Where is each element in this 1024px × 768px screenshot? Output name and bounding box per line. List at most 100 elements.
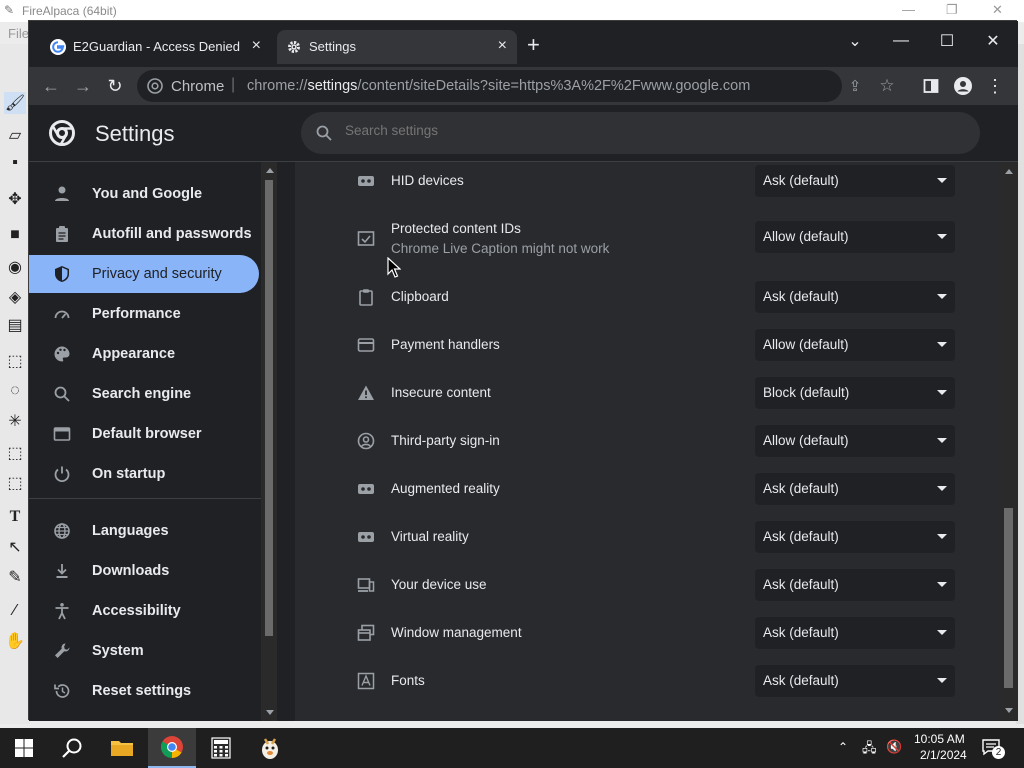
sidebar-item-downloads[interactable]: Downloads [29, 552, 259, 590]
background-app-title: FireAlpaca (64bit) [22, 4, 117, 18]
permission-label: Augmented reality [391, 481, 500, 496]
permission-select[interactable]: Ask (default) [755, 617, 955, 649]
start-button[interactable] [0, 728, 48, 768]
permission-row-device-use: Your device use Ask (default) [295, 565, 1002, 613]
lasso-tool-icon[interactable]: ◌ [4, 380, 26, 402]
gamepad-tool-icon[interactable]: ◉ [4, 256, 26, 278]
select-eraser-icon[interactable]: ⬚ [4, 472, 26, 494]
scroll-up-arrow-icon[interactable] [1005, 169, 1013, 174]
back-icon[interactable]: ← [39, 74, 63, 98]
tab-settings[interactable]: Settings × [277, 30, 517, 64]
taskbar-file-explorer[interactable] [98, 728, 146, 768]
address-bar[interactable]: Chrome | chrome://settings/content/siteD… [137, 70, 895, 102]
minimize-icon[interactable]: — [886, 27, 916, 55]
permission-select[interactable]: Allow (default) [755, 425, 955, 457]
main-scroll-thumb[interactable] [1004, 508, 1013, 688]
permission-value: Ask (default) [763, 481, 839, 496]
permission-select[interactable]: Ask (default) [755, 473, 955, 505]
sidebar-item-you-and-google[interactable]: You and Google [29, 175, 259, 213]
permission-select[interactable]: Ask (default) [755, 665, 955, 697]
settings-search[interactable] [301, 112, 980, 154]
permission-sublabel: Chrome Live Caption might not work [391, 241, 610, 256]
sidebar-scroll-thumb[interactable] [265, 180, 273, 636]
network-icon[interactable]: 🖧 [862, 739, 877, 761]
sidebar-item-system[interactable]: System [29, 632, 259, 670]
select-tool-icon[interactable]: ⬚ [4, 350, 26, 372]
more-menu-icon[interactable]: ⋮ [983, 74, 1007, 98]
sidebar-item-reset[interactable]: Reset settings [29, 672, 259, 710]
permission-value: Ask (default) [763, 289, 839, 304]
select-pen-icon[interactable]: ⬚ [4, 442, 26, 464]
card-icon [357, 338, 375, 352]
brush-tool-icon[interactable]: 🖌 [4, 92, 26, 114]
scroll-down-arrow-icon[interactable] [266, 710, 274, 715]
dropdown-caret-icon [937, 486, 947, 491]
magic-wand-icon[interactable]: ✳ [4, 410, 26, 432]
profile-icon[interactable] [951, 74, 975, 98]
hand-tool-icon[interactable]: ✋ [4, 630, 26, 652]
sidebar-scrollbar[interactable] [261, 162, 277, 721]
sidebar-item-autofill[interactable]: Autofill and passwords [29, 215, 259, 253]
sidebar-item-privacy[interactable]: Privacy and security [29, 255, 259, 293]
taskbar-calculator[interactable] [197, 728, 245, 768]
sidebar-item-performance[interactable]: Performance [29, 295, 259, 333]
forward-icon[interactable]: → [71, 74, 95, 98]
permission-select[interactable]: Block (default) [755, 377, 955, 409]
permission-select[interactable]: Ask (default) [755, 521, 955, 553]
permission-row-virtual-reality: Virtual reality Ask (default) [295, 517, 1002, 565]
bookmark-star-icon[interactable]: ☆ [875, 74, 899, 98]
maximize-icon[interactable]: ☐ [932, 27, 962, 55]
move-tool-icon[interactable]: ✥ [4, 188, 26, 210]
pen-tool-icon[interactable]: ✎ [4, 566, 26, 588]
tab-close-icon[interactable]: × [498, 37, 507, 55]
permission-label: Virtual reality [391, 529, 469, 544]
fill-tool-icon[interactable]: ◈ [4, 286, 26, 308]
main-scrollbar[interactable] [1000, 162, 1018, 721]
permission-select[interactable]: Ask (default) [755, 165, 955, 197]
rectangle-tool-icon[interactable]: ■ [4, 224, 26, 246]
tab-search-icon[interactable]: ⌄ [840, 27, 870, 55]
minimize-icon[interactable]: — [902, 2, 915, 17]
new-tab-button[interactable]: + [527, 34, 540, 56]
sidebar-item-default-browser[interactable]: Default browser [29, 415, 259, 453]
tray-overflow-icon[interactable]: ⌃ [838, 740, 848, 754]
eyedropper-tool-icon[interactable]: ⁄ [4, 600, 26, 622]
tab-e2guardian[interactable]: E2Guardian - Access Denied × [41, 30, 271, 64]
dot-tool-icon[interactable]: ▪ [4, 152, 26, 174]
permission-select[interactable]: Allow (default) [755, 329, 955, 361]
eraser-tool-icon[interactable]: ▱ [4, 124, 26, 146]
search-input[interactable] [345, 123, 945, 138]
tab-close-icon[interactable]: × [252, 37, 261, 55]
clock-time[interactable]: 10:05 AM [914, 732, 965, 746]
permission-select[interactable]: Ask (default) [755, 281, 955, 313]
text-tool-icon[interactable]: T [4, 506, 26, 528]
reload-icon[interactable]: ↻ [103, 74, 127, 98]
restore-icon[interactable]: ❐ [946, 2, 958, 18]
permission-label: Your device use [391, 577, 487, 592]
sidebar-item-appearance[interactable]: Appearance [29, 335, 259, 373]
sidebar-item-languages[interactable]: Languages [29, 512, 259, 550]
url-prefix: chrome:// [247, 78, 308, 94]
notification-center-button[interactable]: 2 [982, 738, 1005, 759]
background-menu[interactable]: File [8, 26, 29, 41]
permission-select[interactable]: Allow (default) [755, 221, 955, 253]
close-icon[interactable]: ✕ [978, 27, 1008, 55]
dropdown-caret-icon [937, 534, 947, 539]
taskbar-search-button[interactable] [48, 728, 96, 768]
firealpaca-icon [262, 738, 278, 759]
clock-date[interactable]: 2/1/2024 [920, 748, 967, 762]
operation-tool-icon[interactable]: ↖ [4, 536, 26, 558]
scroll-down-arrow-icon[interactable] [1005, 708, 1013, 713]
taskbar-chrome[interactable] [148, 728, 196, 768]
close-icon[interactable]: ✕ [992, 2, 1003, 18]
taskbar-firealpaca[interactable] [246, 728, 294, 768]
scroll-up-arrow-icon[interactable] [266, 168, 274, 173]
share-icon[interactable]: ⇪ [843, 74, 867, 98]
permission-select[interactable]: Ask (default) [755, 569, 955, 601]
volume-muted-icon[interactable]: 🔇 [886, 739, 902, 755]
sidebar-item-accessibility[interactable]: Accessibility [29, 592, 259, 630]
sidebar-item-on-startup[interactable]: On startup [29, 455, 259, 493]
side-panel-icon[interactable] [919, 74, 943, 98]
sidebar-item-search-engine[interactable]: Search engine [29, 375, 259, 413]
gradient-tool-icon[interactable]: ▤ [4, 314, 26, 336]
